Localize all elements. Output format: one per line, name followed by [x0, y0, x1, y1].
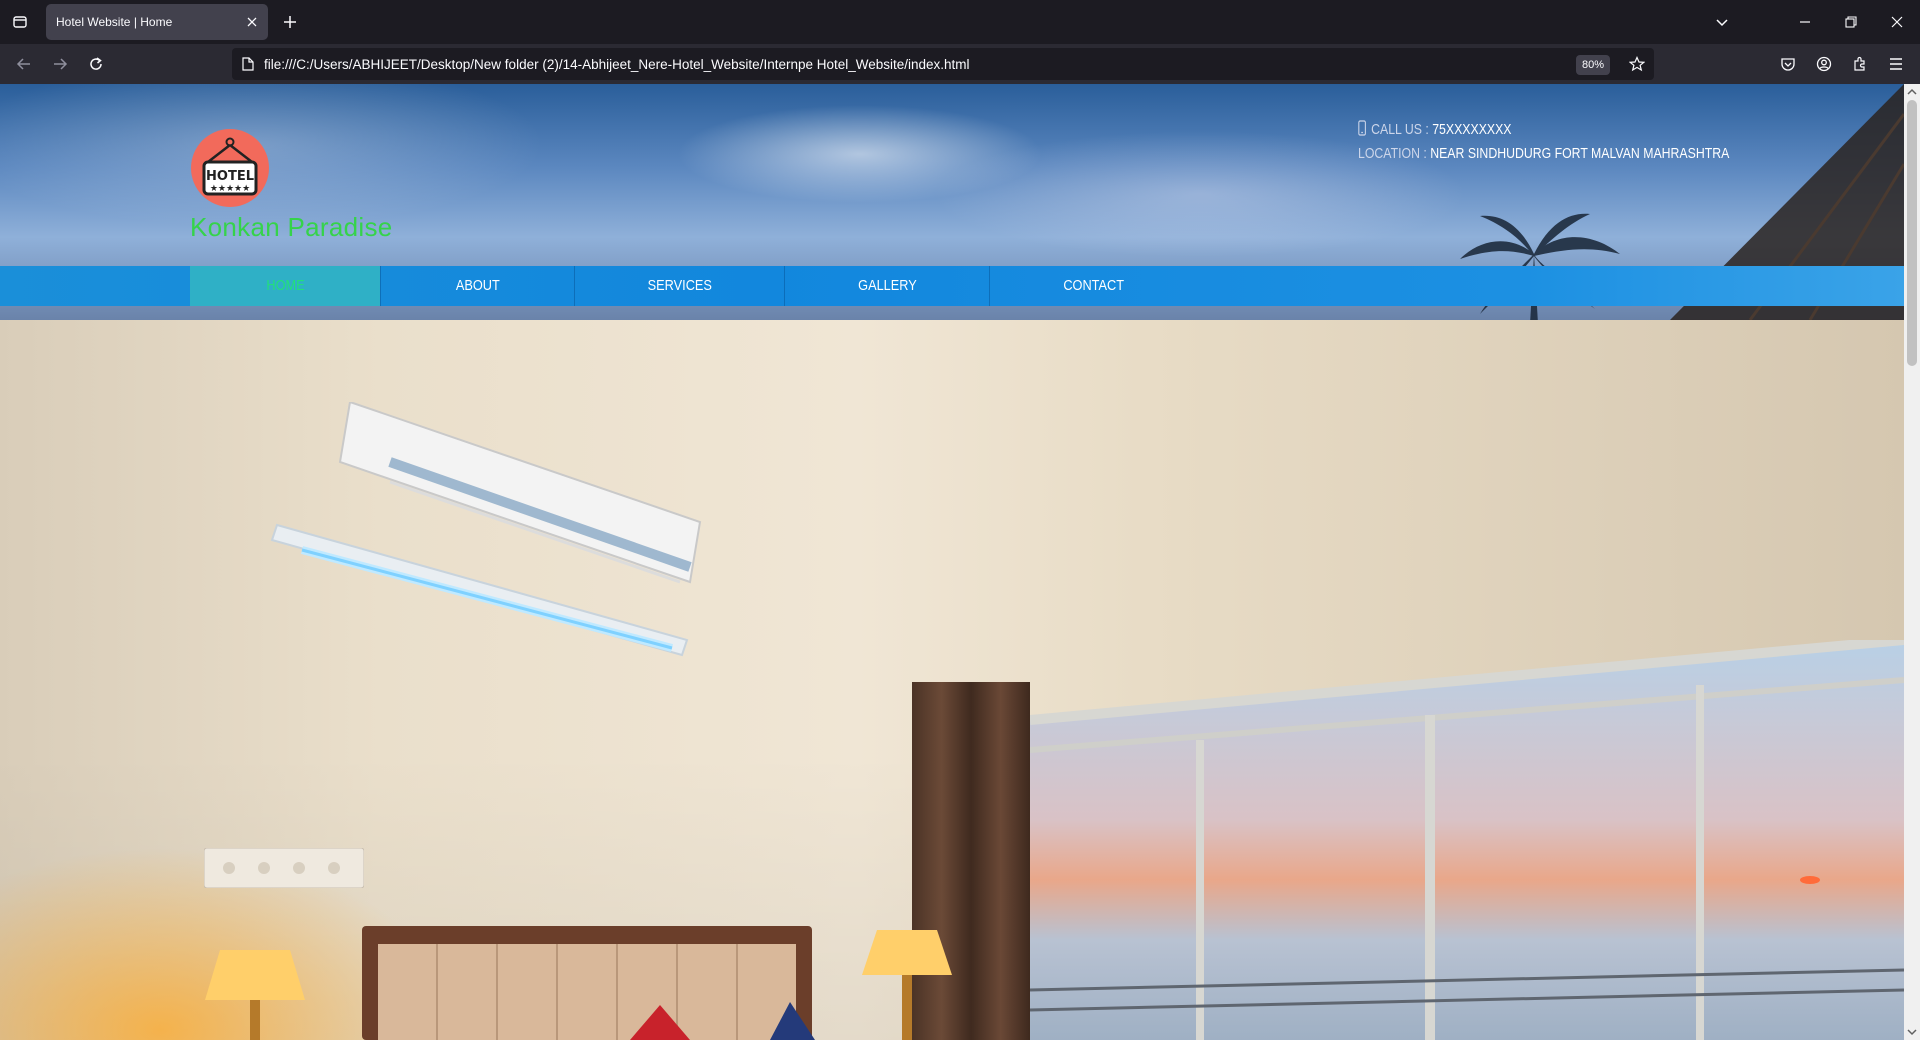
reload-icon[interactable]: [84, 52, 108, 76]
logo-text: HOTEL: [206, 169, 254, 184]
phone-icon: [1358, 120, 1366, 136]
vertical-scrollbar[interactable]: [1904, 84, 1920, 1040]
address-bar[interactable]: file:///C:/Users/ABHIJEET/Desktop/New fo…: [232, 48, 1654, 80]
nav-item-services[interactable]: SERVICES: [575, 266, 784, 306]
nav-item-contact[interactable]: CONTACT: [990, 266, 1197, 306]
browser-tab-bar: Hotel Website | Home: [0, 0, 1920, 44]
call-us-label: CALL US :: [1371, 121, 1429, 138]
site-name[interactable]: Konkan Paradise: [190, 212, 393, 243]
tab-overview-icon[interactable]: [8, 10, 32, 34]
tab-title: Hotel Website | Home: [56, 15, 173, 29]
hotel-logo-icon[interactable]: HOTEL ★★★★★: [190, 128, 270, 208]
nav-item-services-label: SERVICES: [647, 277, 712, 294]
back-arrow-icon[interactable]: [12, 52, 36, 76]
scroll-down-arrow-icon[interactable]: [1907, 1027, 1917, 1037]
wall-socket-image: [204, 848, 364, 888]
chevron-down-icon[interactable]: [1710, 10, 1734, 34]
account-icon[interactable]: [1812, 52, 1836, 76]
browser-toolbar: file:///C:/Users/ABHIJEET/Desktop/New fo…: [0, 44, 1920, 84]
call-us-line: CALL US : 75XXXXXXXX: [1358, 118, 1729, 142]
forward-arrow-icon[interactable]: [48, 52, 72, 76]
page-icon: [240, 56, 256, 72]
nav-item-home-label: HOME: [265, 277, 305, 294]
window-close-icon[interactable]: [1885, 10, 1909, 34]
nav-item-about-label: ABOUT: [455, 277, 500, 294]
nav-item-contact-label: CONTACT: [1063, 277, 1124, 294]
restore-icon[interactable]: [1839, 10, 1863, 34]
nav-item-about[interactable]: ABOUT: [381, 266, 574, 306]
browser-tab[interactable]: Hotel Website | Home: [46, 4, 268, 40]
svg-text:★★★★★: ★★★★★: [210, 184, 250, 194]
pocket-icon[interactable]: [1776, 52, 1800, 76]
location-value: NEAR SINDHUDURG FORT MALVAN MAHRASHTRA: [1430, 145, 1730, 162]
pillows-image: [630, 1002, 815, 1040]
scrollbar-thumb[interactable]: [1907, 100, 1917, 366]
bedside-lamp-right: [862, 930, 952, 1040]
minimize-icon[interactable]: [1793, 10, 1817, 34]
main-navigation: HOME ABOUT SERVICES GALLERY CONTACT: [0, 266, 1904, 306]
scroll-up-arrow-icon[interactable]: [1907, 87, 1917, 97]
nav-item-gallery-label: GALLERY: [857, 277, 917, 294]
location-line: LOCATION : NEAR SINDHUDURG FORT MALVAN M…: [1358, 142, 1729, 166]
bookmark-star-icon[interactable]: [1628, 55, 1646, 73]
hero-room-image: [0, 320, 1904, 1040]
extensions-icon[interactable]: [1848, 52, 1872, 76]
nav-item-home[interactable]: HOME: [190, 266, 380, 306]
zoom-level-badge[interactable]: 80%: [1575, 55, 1610, 75]
menu-hamburger-icon[interactable]: [1884, 52, 1908, 76]
location-label: LOCATION :: [1358, 145, 1427, 162]
wall-light-image: [270, 523, 689, 657]
call-us-number[interactable]: 75XXXXXXXX: [1432, 121, 1511, 138]
hotel-page: HOTEL ★★★★★ Konkan Paradise CALL US : 75…: [0, 84, 1904, 1040]
close-icon[interactable]: [244, 14, 260, 30]
page-viewport: HOTEL ★★★★★ Konkan Paradise CALL US : 75…: [0, 84, 1920, 1040]
palm-silhouette: [1460, 213, 1620, 324]
sea-view-window-image: [1030, 640, 1904, 1040]
url-text[interactable]: file:///C:/Users/ABHIJEET/Desktop/New fo…: [264, 57, 970, 72]
header-contact-info: CALL US : 75XXXXXXXX LOCATION : NEAR SIN…: [1358, 118, 1729, 166]
new-tab-plus-icon[interactable]: [280, 12, 300, 32]
bedside-lamp-left: [205, 950, 305, 1040]
nav-item-gallery[interactable]: GALLERY: [785, 266, 989, 306]
